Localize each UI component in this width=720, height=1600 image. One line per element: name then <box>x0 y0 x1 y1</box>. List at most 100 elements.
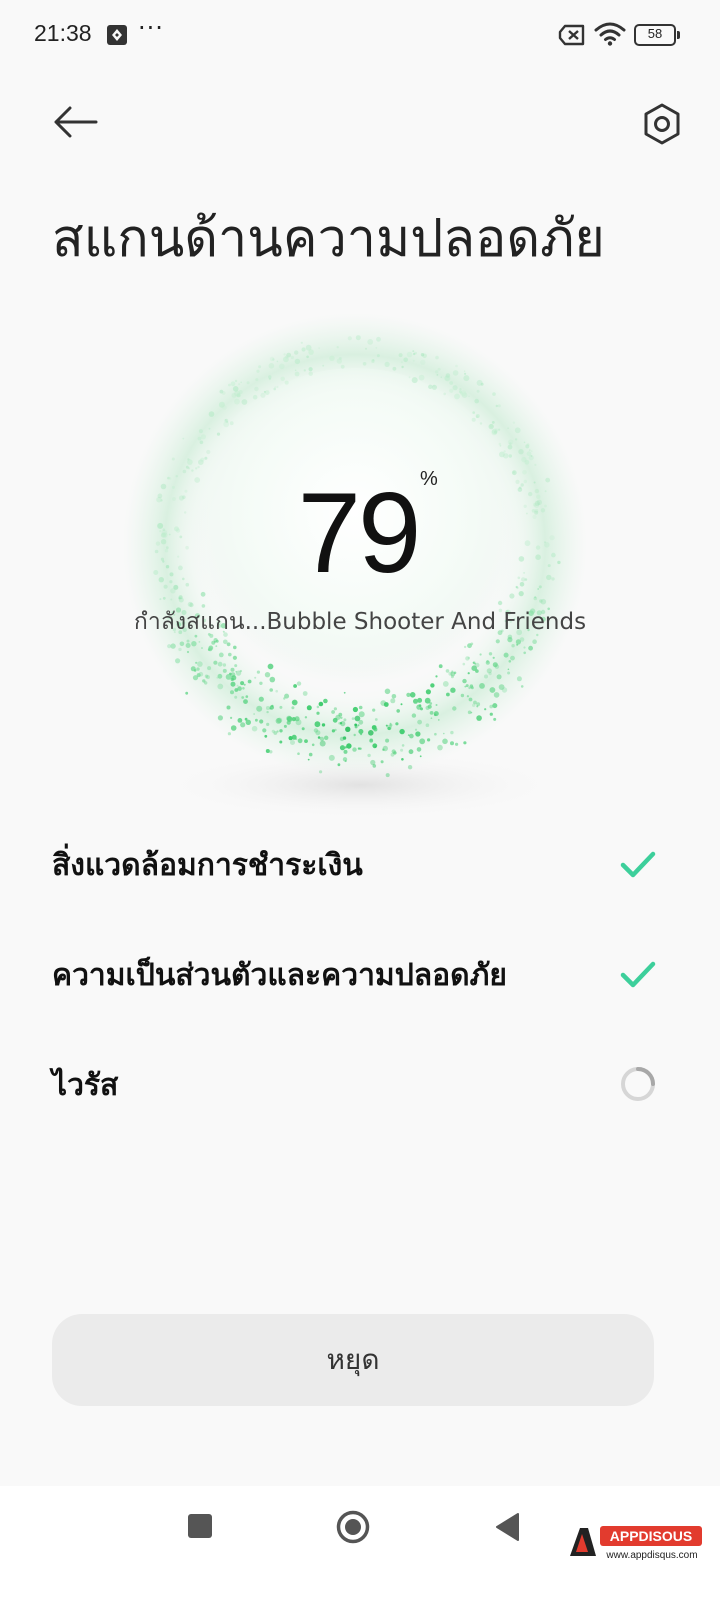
scan-particle <box>243 683 246 686</box>
scan-particle <box>408 749 414 755</box>
scan-particle <box>304 739 308 743</box>
scan-particle <box>479 683 485 689</box>
scan-particle <box>425 723 430 727</box>
check-item-privacy-security: ความเป็นส่วนตัวและความปลอดภัย <box>52 944 672 1004</box>
scan-particle <box>316 711 320 715</box>
scan-particle <box>272 358 275 361</box>
scan-particle <box>254 386 259 392</box>
back-icon[interactable] <box>494 1512 520 1542</box>
scan-particle <box>511 644 515 648</box>
scan-particle <box>331 710 335 714</box>
scan-particle <box>401 758 404 761</box>
scan-particle <box>390 698 396 704</box>
scan-particle <box>443 392 447 396</box>
scan-particle <box>443 732 445 735</box>
scan-particle <box>319 770 323 774</box>
scan-particle <box>491 429 498 436</box>
scan-particle <box>198 429 203 434</box>
scan-particle <box>213 660 218 665</box>
scan-particle <box>200 457 205 462</box>
wifi-icon <box>594 22 626 46</box>
scan-particle <box>230 716 233 719</box>
scan-particle <box>246 381 250 385</box>
scan-particle <box>488 652 493 656</box>
battery-tip <box>677 31 680 39</box>
scan-particle <box>340 364 345 369</box>
scan-particle <box>498 442 502 446</box>
scan-particle <box>186 639 190 643</box>
home-icon[interactable] <box>336 1510 370 1544</box>
scan-particle <box>279 729 283 733</box>
stop-button-label: หยุด <box>326 1344 380 1375</box>
scan-particle <box>303 369 306 372</box>
scan-particle <box>512 421 516 424</box>
scan-particle <box>229 421 234 426</box>
scan-particle <box>245 695 249 698</box>
back-button[interactable] <box>50 98 102 146</box>
scan-particle <box>476 379 483 386</box>
scan-particle <box>376 336 381 342</box>
stop-button[interactable]: หยุด <box>52 1314 654 1406</box>
scan-particle <box>372 743 378 749</box>
scan-particle <box>452 370 459 376</box>
scan-particle <box>474 398 480 404</box>
scan-particle <box>494 664 500 669</box>
scan-particle <box>224 419 227 421</box>
scan-particle <box>283 356 289 363</box>
scan-particle <box>216 432 221 436</box>
scan-particle <box>284 693 290 699</box>
scan-particle <box>359 747 362 750</box>
scan-particle <box>263 390 266 393</box>
scan-particle <box>317 736 321 739</box>
scan-particle <box>264 390 270 395</box>
scan-particle <box>307 758 310 761</box>
scan-particle <box>489 704 494 709</box>
scan-particle <box>267 663 274 670</box>
page-title: สแกนด้านความปลอดภัย <box>52 209 605 269</box>
scan-particle <box>429 711 434 715</box>
scan-particle <box>217 715 223 721</box>
scan-particle <box>260 392 266 398</box>
scan-particle <box>454 393 460 400</box>
scan-particle <box>336 346 339 349</box>
scan-particle <box>427 738 431 742</box>
scan-particle <box>352 747 357 752</box>
scan-particle <box>501 687 508 693</box>
scan-particle <box>230 690 234 695</box>
scan-particle <box>416 747 422 752</box>
scan-particle <box>296 681 302 686</box>
scan-particle <box>384 361 390 367</box>
scan-particle <box>489 712 493 716</box>
scan-particle <box>334 728 337 732</box>
scan-particle <box>358 729 364 734</box>
scan-particle <box>230 725 237 731</box>
scan-particle <box>321 723 326 727</box>
scan-particle <box>170 643 176 649</box>
scan-particle <box>395 722 399 726</box>
check-item-label: ไวรัส <box>52 1068 119 1103</box>
recent-apps-icon[interactable] <box>188 1514 212 1538</box>
scan-particle <box>354 715 361 722</box>
scan-particle <box>353 733 356 737</box>
scan-particle <box>279 740 283 744</box>
scan-particle <box>268 377 272 381</box>
scan-particle <box>435 675 438 678</box>
scan-particle <box>475 415 479 418</box>
scan-particle <box>463 645 467 649</box>
settings-button[interactable] <box>640 100 684 148</box>
scan-particle <box>256 369 260 373</box>
scan-particle <box>411 713 417 718</box>
scan-particle <box>414 728 418 731</box>
scan-particle <box>347 336 352 341</box>
scan-particle <box>497 428 501 431</box>
scan-particle <box>400 703 403 706</box>
scan-particle <box>417 719 422 725</box>
scan-particle <box>384 688 391 695</box>
scan-particle <box>265 749 270 753</box>
check-item-payment-environment: สิ่งแวดล้อมการชำระเงิน <box>52 834 672 894</box>
scan-particle <box>385 738 390 743</box>
scan-particle <box>286 715 292 721</box>
scan-particle <box>492 392 496 396</box>
scan-particle <box>247 679 252 684</box>
scan-particle <box>420 359 426 365</box>
